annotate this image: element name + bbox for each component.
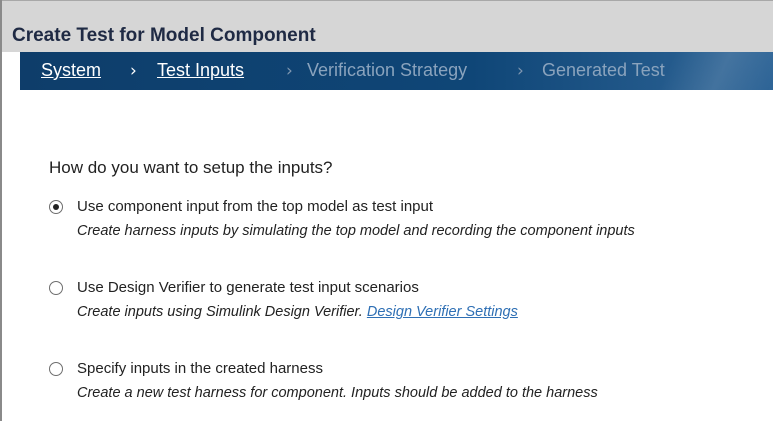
dialog-title: Create Test for Model Component	[12, 25, 316, 46]
breadcrumb-step-system[interactable]: System	[41, 60, 101, 81]
radio-component-input[interactable]	[49, 200, 63, 214]
breadcrumb: System › Test Inputs › Verification Stra…	[20, 52, 773, 90]
option-description: Create harness inputs by simulating the …	[77, 223, 635, 239]
option-label[interactable]: Specify inputs in the created harness	[77, 360, 323, 377]
option-description-text: Create inputs using Simulink Design Veri…	[77, 304, 363, 320]
inputs-question: How do you want to setup the inputs?	[49, 158, 333, 177]
breadcrumb-separator-icon: ›	[130, 61, 137, 81]
option-description: Create a new test harness for component.…	[77, 385, 598, 401]
option-label[interactable]: Use component input from the top model a…	[77, 198, 433, 215]
design-verifier-settings-link[interactable]: Design Verifier Settings	[367, 304, 518, 320]
create-test-dialog: Create Test for Model Component System ›…	[0, 0, 773, 421]
breadcrumb-separator-icon: ›	[517, 61, 524, 81]
breadcrumb-separator-icon: ›	[286, 61, 293, 81]
breadcrumb-step-verification-strategy: Verification Strategy	[307, 60, 468, 80]
option-description: Create inputs using Simulink Design Veri…	[77, 304, 518, 320]
option-label[interactable]: Use Design Verifier to generate test inp…	[77, 279, 419, 296]
breadcrumb-step-generated-test: Generated Test	[542, 60, 665, 80]
breadcrumb-step-test-inputs[interactable]: Test Inputs	[157, 60, 244, 81]
radio-specify-in-harness[interactable]	[49, 362, 63, 376]
radio-design-verifier[interactable]	[49, 281, 63, 295]
title-bar: Create Test for Model Component	[2, 0, 773, 52]
